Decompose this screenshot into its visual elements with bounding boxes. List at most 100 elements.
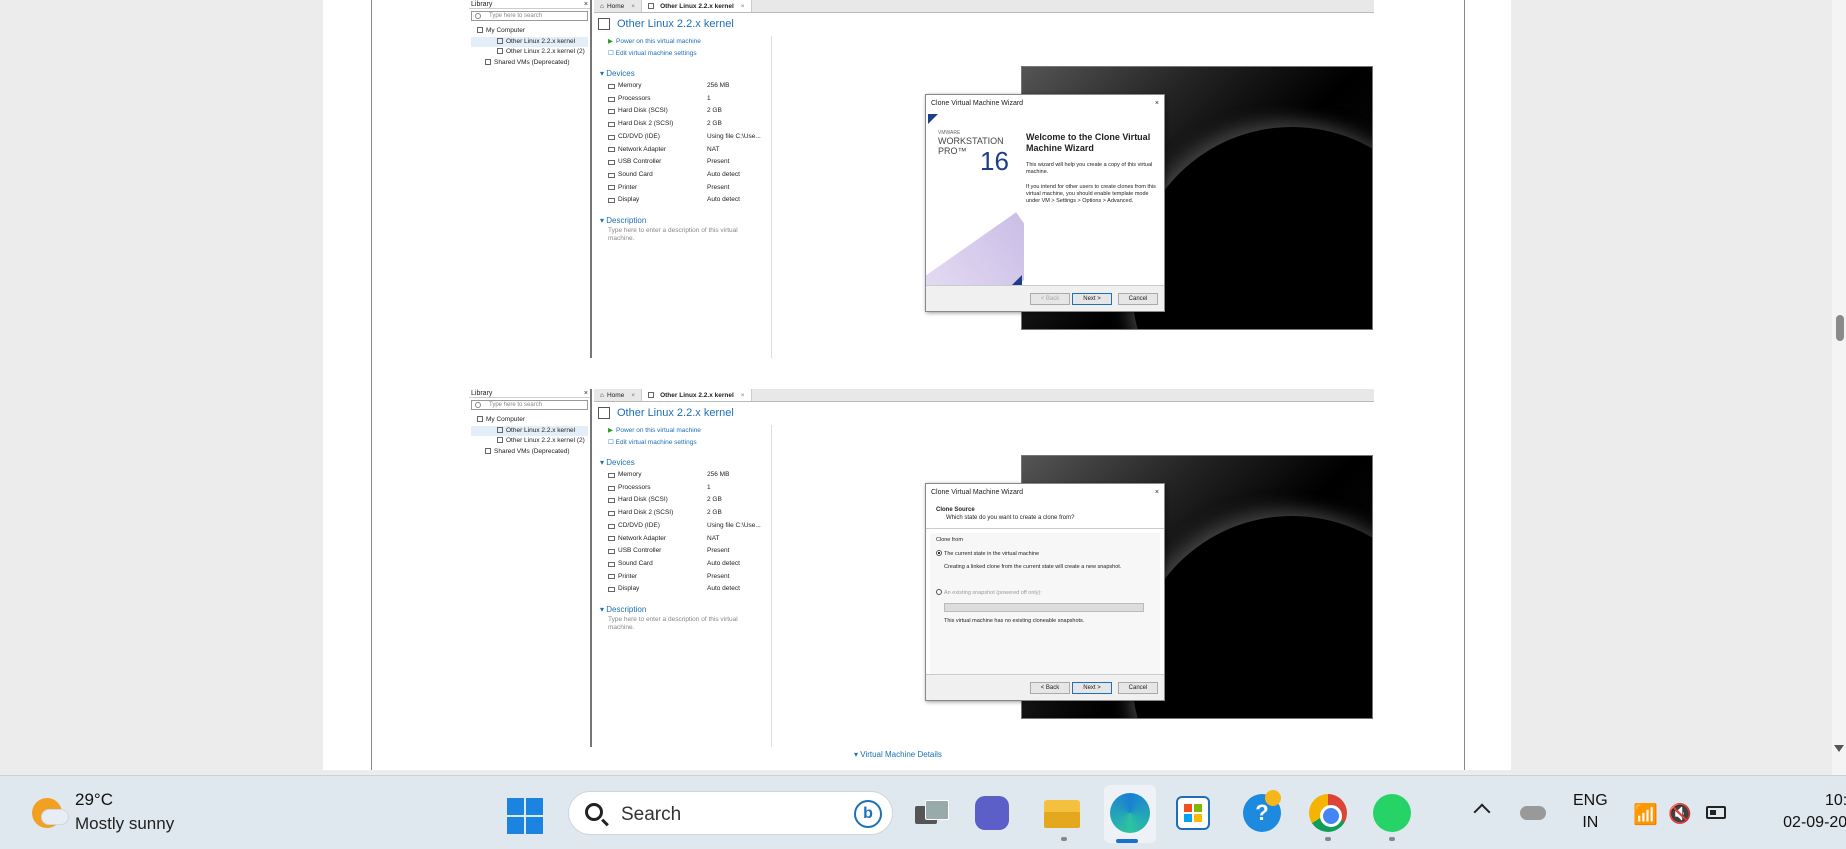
- taskbar-search-box[interactable]: Search b: [568, 791, 893, 835]
- back-button[interactable]: < Back: [1030, 293, 1070, 305]
- device-row[interactable]: CD/DVD (IDE) Using file C:\Use...: [594, 131, 771, 144]
- embedded-screenshot-1: Library × Type here to search My Computer…: [469, 0, 1374, 358]
- device-icon: [608, 96, 615, 102]
- device-row[interactable]: Hard Disk (SCSI) 2 GB: [594, 494, 771, 507]
- library-title: Library: [471, 390, 493, 397]
- tree-item-vm-2[interactable]: Other Linux 2.2.x kernel (2): [471, 47, 588, 58]
- library-panel: Library × Type here to search My Computer…: [469, 389, 592, 747]
- device-row[interactable]: Hard Disk 2 (SCSI) 2 GB: [594, 507, 771, 520]
- vertical-scrollbar[interactable]: [1832, 0, 1846, 775]
- home-icon: ⌂: [600, 391, 604, 399]
- device-row[interactable]: Printer Present: [594, 571, 771, 584]
- device-icon: [608, 485, 615, 491]
- scroll-thumb[interactable]: [1836, 315, 1844, 341]
- tree-item-my-computer[interactable]: My Computer: [471, 26, 588, 37]
- device-row[interactable]: USB Controller Present: [594, 545, 771, 558]
- cancel-button[interactable]: Cancel: [1118, 682, 1158, 694]
- tab-home[interactable]: ⌂ Home ×: [594, 0, 643, 12]
- vm-details-header[interactable]: ▾ Virtual Machine Details: [854, 750, 942, 759]
- library-close-button[interactable]: ×: [584, 0, 588, 8]
- power-on-link[interactable]: ▶ Power on this virtual machine: [594, 425, 771, 437]
- device-row[interactable]: Hard Disk 2 (SCSI) 2 GB: [594, 118, 771, 131]
- edit-settings-link[interactable]: ☐ Edit virtual machine settings: [594, 48, 771, 60]
- device-icon: [608, 198, 615, 204]
- whatsapp-icon[interactable]: [1373, 794, 1411, 832]
- device-icon: [608, 549, 615, 555]
- show-hidden-icons-chevron-icon[interactable]: [1473, 803, 1491, 821]
- library-close-button[interactable]: ×: [584, 389, 588, 397]
- speaker-muted-icon[interactable]: 🔇: [1668, 802, 1692, 826]
- file-explorer-icon[interactable]: [1044, 794, 1082, 832]
- close-icon[interactable]: ×: [1155, 489, 1159, 496]
- play-icon: ▶: [608, 38, 613, 45]
- device-row[interactable]: Memory 256 MB: [594, 469, 771, 482]
- device-row[interactable]: Hard Disk (SCSI) 2 GB: [594, 105, 771, 118]
- tree-item-vm-2[interactable]: Other Linux 2.2.x kernel (2): [471, 436, 588, 447]
- device-row[interactable]: Sound Card Auto detect: [594, 558, 771, 571]
- device-icon: [608, 574, 615, 580]
- dialog-titlebar: Clone Virtual Machine Wizard ×: [931, 489, 1159, 496]
- library-search-input[interactable]: Type here to search: [471, 11, 588, 21]
- device-row[interactable]: Processors 1: [594, 482, 771, 495]
- tab-vm[interactable]: Other Linux 2.2.x kernel ×: [642, 389, 752, 401]
- wifi-icon[interactable]: 📶: [1633, 802, 1658, 827]
- task-view-icon[interactable]: [913, 794, 951, 832]
- radio-selected-icon: [936, 550, 942, 556]
- close-icon[interactable]: ×: [1155, 100, 1159, 107]
- devices-section-header[interactable]: ▾ Devices: [594, 457, 771, 469]
- tree-item-vm[interactable]: Other Linux 2.2.x kernel: [471, 36, 588, 47]
- description-field[interactable]: Type here to enter a description of this…: [594, 227, 749, 243]
- weather-condition[interactable]: Mostly sunny: [75, 814, 174, 834]
- device-icon: [608, 160, 615, 166]
- bing-icon[interactable]: b: [854, 800, 882, 828]
- weather-temperature[interactable]: 29°C: [75, 790, 113, 810]
- document-viewer: Library × Type here to search My Computer…: [0, 0, 1846, 775]
- tree-item-my-computer[interactable]: My Computer: [471, 415, 588, 426]
- device-row[interactable]: Network Adapter NAT: [594, 533, 771, 546]
- device-row[interactable]: Display Auto detect: [594, 194, 771, 207]
- vm-icon: [648, 3, 655, 9]
- edge-browser-icon[interactable]: [1110, 793, 1150, 833]
- weather-sun-cloud-icon[interactable]: [32, 798, 68, 828]
- device-row[interactable]: USB Controller Present: [594, 156, 771, 169]
- next-button[interactable]: Next >: [1072, 293, 1112, 305]
- tree-item-shared-vms[interactable]: Shared VMs (Deprecated): [471, 58, 588, 69]
- description-section-header[interactable]: ▾ Description: [594, 604, 771, 616]
- tree-item-vm[interactable]: Other Linux 2.2.x kernel: [471, 425, 588, 436]
- snapshot-select[interactable]: [944, 603, 1144, 612]
- tree-item-shared-vms[interactable]: Shared VMs (Deprecated): [471, 447, 588, 458]
- device-row[interactable]: Printer Present: [594, 182, 771, 195]
- snapshot-radio[interactable]: An existing snapshot (powered off only):: [936, 589, 1154, 597]
- language-indicator[interactable]: ENG IN: [1573, 790, 1608, 834]
- clock[interactable]: 10:0002-09-2023: [1755, 790, 1846, 834]
- teams-chat-icon[interactable]: [975, 796, 1009, 830]
- scroll-down-icon[interactable]: [1834, 745, 1844, 752]
- device-row[interactable]: Sound Card Auto detect: [594, 169, 771, 182]
- onedrive-cloud-icon[interactable]: [1520, 806, 1546, 820]
- edit-settings-link[interactable]: ☐ Edit virtual machine settings: [594, 437, 771, 449]
- chrome-icon[interactable]: [1309, 794, 1347, 832]
- tab-vm[interactable]: Other Linux 2.2.x kernel ×: [642, 0, 752, 12]
- microsoft-store-icon[interactable]: [1176, 796, 1210, 830]
- device-row[interactable]: Display Auto detect: [594, 583, 771, 596]
- device-row[interactable]: Processors 1: [594, 93, 771, 106]
- device-row[interactable]: Memory 256 MB: [594, 80, 771, 93]
- back-button[interactable]: < Back: [1030, 682, 1070, 694]
- description-field[interactable]: Type here to enter a description of this…: [594, 616, 749, 632]
- devices-section-header[interactable]: ▾ Devices: [594, 68, 771, 80]
- device-icon: [608, 185, 615, 191]
- library-search-input[interactable]: Type here to search: [471, 400, 588, 410]
- device-row[interactable]: Network Adapter NAT: [594, 144, 771, 157]
- start-button-windows-icon[interactable]: [507, 798, 543, 834]
- clone-source-options: Clone from The current state in the virt…: [930, 533, 1160, 687]
- power-on-link[interactable]: ▶ Power on this virtual machine: [594, 36, 771, 48]
- description-section-header[interactable]: ▾ Description: [594, 215, 771, 227]
- home-icon: ⌂: [600, 2, 604, 10]
- current-state-radio[interactable]: The current state in the virtual machine: [936, 550, 1154, 558]
- next-button[interactable]: Next >: [1072, 682, 1112, 694]
- device-icon: [608, 121, 615, 127]
- device-row[interactable]: CD/DVD (IDE) Using file C:\Use...: [594, 520, 771, 533]
- battery-icon[interactable]: [1706, 806, 1726, 819]
- tab-home[interactable]: ⌂ Home ×: [594, 389, 643, 401]
- cancel-button[interactable]: Cancel: [1118, 293, 1158, 305]
